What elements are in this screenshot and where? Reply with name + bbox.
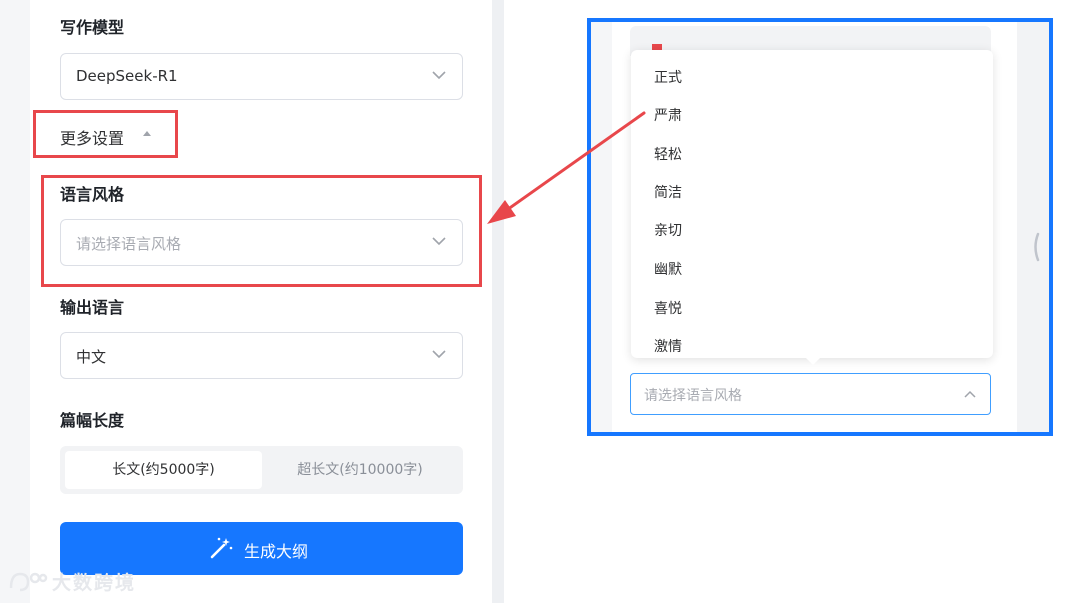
annotation-arrow: [487, 111, 646, 224]
